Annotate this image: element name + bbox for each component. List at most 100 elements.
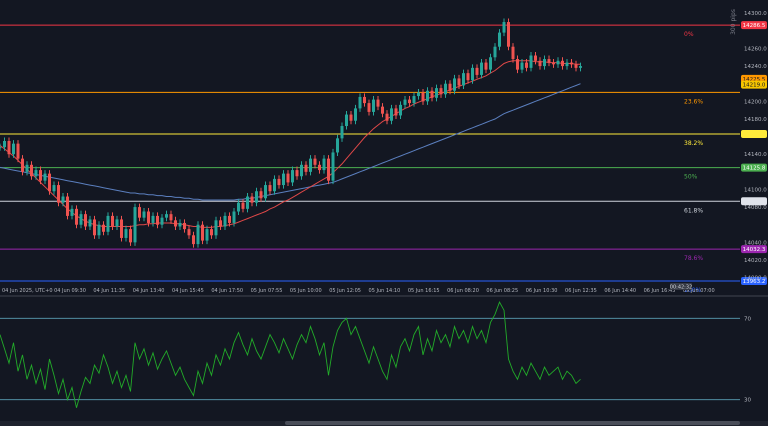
time-tick-label: 05 Jun 07:55 bbox=[251, 288, 283, 294]
candle-body bbox=[318, 164, 321, 171]
candle-body bbox=[169, 214, 173, 221]
candle-body bbox=[493, 46, 497, 58]
candle-body bbox=[246, 196, 249, 209]
candle-body bbox=[358, 96, 362, 109]
candle-body bbox=[277, 178, 281, 186]
candle-body bbox=[417, 92, 420, 97]
candle-body bbox=[291, 170, 294, 183]
candle-body bbox=[52, 185, 56, 192]
price-tick-label: 14100.0 bbox=[744, 187, 767, 193]
candle-body bbox=[0, 147, 2, 149]
candle-body bbox=[426, 90, 429, 102]
price-tick-label: 14000.0 bbox=[744, 276, 767, 282]
candle-body bbox=[187, 229, 191, 236]
candle-body bbox=[205, 229, 209, 241]
price-tick-label: 14020.0 bbox=[744, 258, 767, 264]
candle-body bbox=[295, 170, 299, 177]
candle-body bbox=[241, 202, 245, 209]
candle-body bbox=[192, 235, 195, 245]
candle-body bbox=[439, 88, 443, 95]
candle-body bbox=[574, 64, 578, 68]
candle-body bbox=[259, 191, 263, 199]
candle-body bbox=[327, 158, 330, 181]
time-tick-label: 05 Jun 16:15 bbox=[408, 288, 440, 294]
candle-body bbox=[349, 114, 353, 121]
candle-body bbox=[538, 60, 542, 67]
time-tick-label: 04 Jun 11:35 bbox=[93, 288, 125, 294]
candle-body bbox=[147, 211, 150, 223]
candle-body bbox=[534, 55, 537, 61]
time-tick-label: 06 Jun 10:30 bbox=[526, 288, 558, 294]
time-tick-label: 05 Jun 10:00 bbox=[290, 288, 322, 294]
candle-body bbox=[120, 219, 123, 238]
time-tick-label: 06 Jun 08:25 bbox=[486, 288, 518, 294]
current-time-text: 00:42:32 bbox=[670, 285, 692, 291]
candle-body bbox=[75, 208, 78, 225]
chart-background bbox=[0, 0, 768, 426]
candle-body bbox=[61, 196, 65, 203]
candle-body bbox=[210, 229, 213, 236]
trading-chart[interactable]: 0% 14286.5 23.6% 38.2% 50% 14125.8 61.8% 78.6% 1… bbox=[0, 0, 768, 426]
fib-label: 61.8% bbox=[684, 207, 703, 214]
candle-body bbox=[165, 214, 168, 218]
candle-body bbox=[57, 185, 60, 203]
fib-price-tag-text: 14286.5 bbox=[743, 23, 766, 29]
price-tick-label: 14140.0 bbox=[744, 152, 767, 158]
candle-body bbox=[111, 215, 114, 227]
candle-body bbox=[579, 66, 582, 68]
candle-body bbox=[372, 99, 375, 112]
candle-body bbox=[340, 126, 344, 139]
candle-body bbox=[435, 88, 438, 98]
fib-label: 0% bbox=[684, 31, 694, 38]
candle-body bbox=[529, 55, 533, 68]
fib-label: 38.2% bbox=[684, 140, 703, 147]
price-tag bbox=[741, 197, 767, 206]
time-tick-label: 05 Jun 12:05 bbox=[329, 288, 361, 294]
candle-body bbox=[561, 60, 564, 67]
candle-body bbox=[16, 143, 20, 159]
candle-body bbox=[223, 215, 227, 227]
candle-body bbox=[390, 108, 393, 121]
candle-body bbox=[250, 196, 254, 203]
candle-body bbox=[471, 67, 474, 81]
time-tick-label: 04 Jun 09:30 bbox=[54, 288, 86, 294]
candle-body bbox=[286, 173, 290, 183]
candle-body bbox=[498, 32, 501, 47]
candle-body bbox=[507, 22, 510, 47]
candle-body bbox=[570, 62, 573, 65]
fib-label: 23.6% bbox=[684, 98, 703, 105]
candle-body bbox=[219, 220, 222, 227]
candle-body bbox=[70, 208, 74, 216]
candle-body bbox=[282, 173, 285, 186]
candle-body bbox=[520, 62, 524, 70]
candle-body bbox=[106, 215, 110, 232]
oscillator-level-label: 30 bbox=[744, 398, 751, 404]
candle-body bbox=[475, 67, 479, 75]
fib-price-tag-text: 14032.3 bbox=[743, 247, 766, 253]
candle-body bbox=[97, 224, 101, 236]
fib-label: 78.6% bbox=[684, 255, 703, 262]
fib-label: 50% bbox=[684, 174, 698, 181]
candle-body bbox=[183, 222, 186, 230]
price-tick-label: 14180.0 bbox=[744, 117, 767, 123]
candle-body bbox=[79, 214, 83, 225]
candle-body bbox=[255, 191, 258, 203]
candle-body bbox=[93, 219, 96, 236]
candle-body bbox=[156, 215, 159, 225]
candle-body bbox=[313, 158, 317, 165]
candle-body bbox=[484, 62, 488, 70]
candle-body bbox=[453, 78, 456, 91]
candle-body bbox=[556, 60, 560, 65]
candle-body bbox=[3, 141, 6, 148]
candle-body bbox=[381, 106, 384, 114]
candle-body bbox=[489, 57, 492, 70]
candle-body bbox=[300, 164, 303, 177]
candle-body bbox=[88, 219, 92, 227]
candle-body bbox=[511, 46, 515, 60]
candle-body bbox=[12, 143, 15, 155]
scrollbar-thumb[interactable] bbox=[285, 421, 740, 425]
candle-body bbox=[457, 78, 461, 86]
candle-body bbox=[403, 99, 407, 105]
candle-body bbox=[7, 141, 11, 155]
candle-body bbox=[66, 196, 69, 216]
